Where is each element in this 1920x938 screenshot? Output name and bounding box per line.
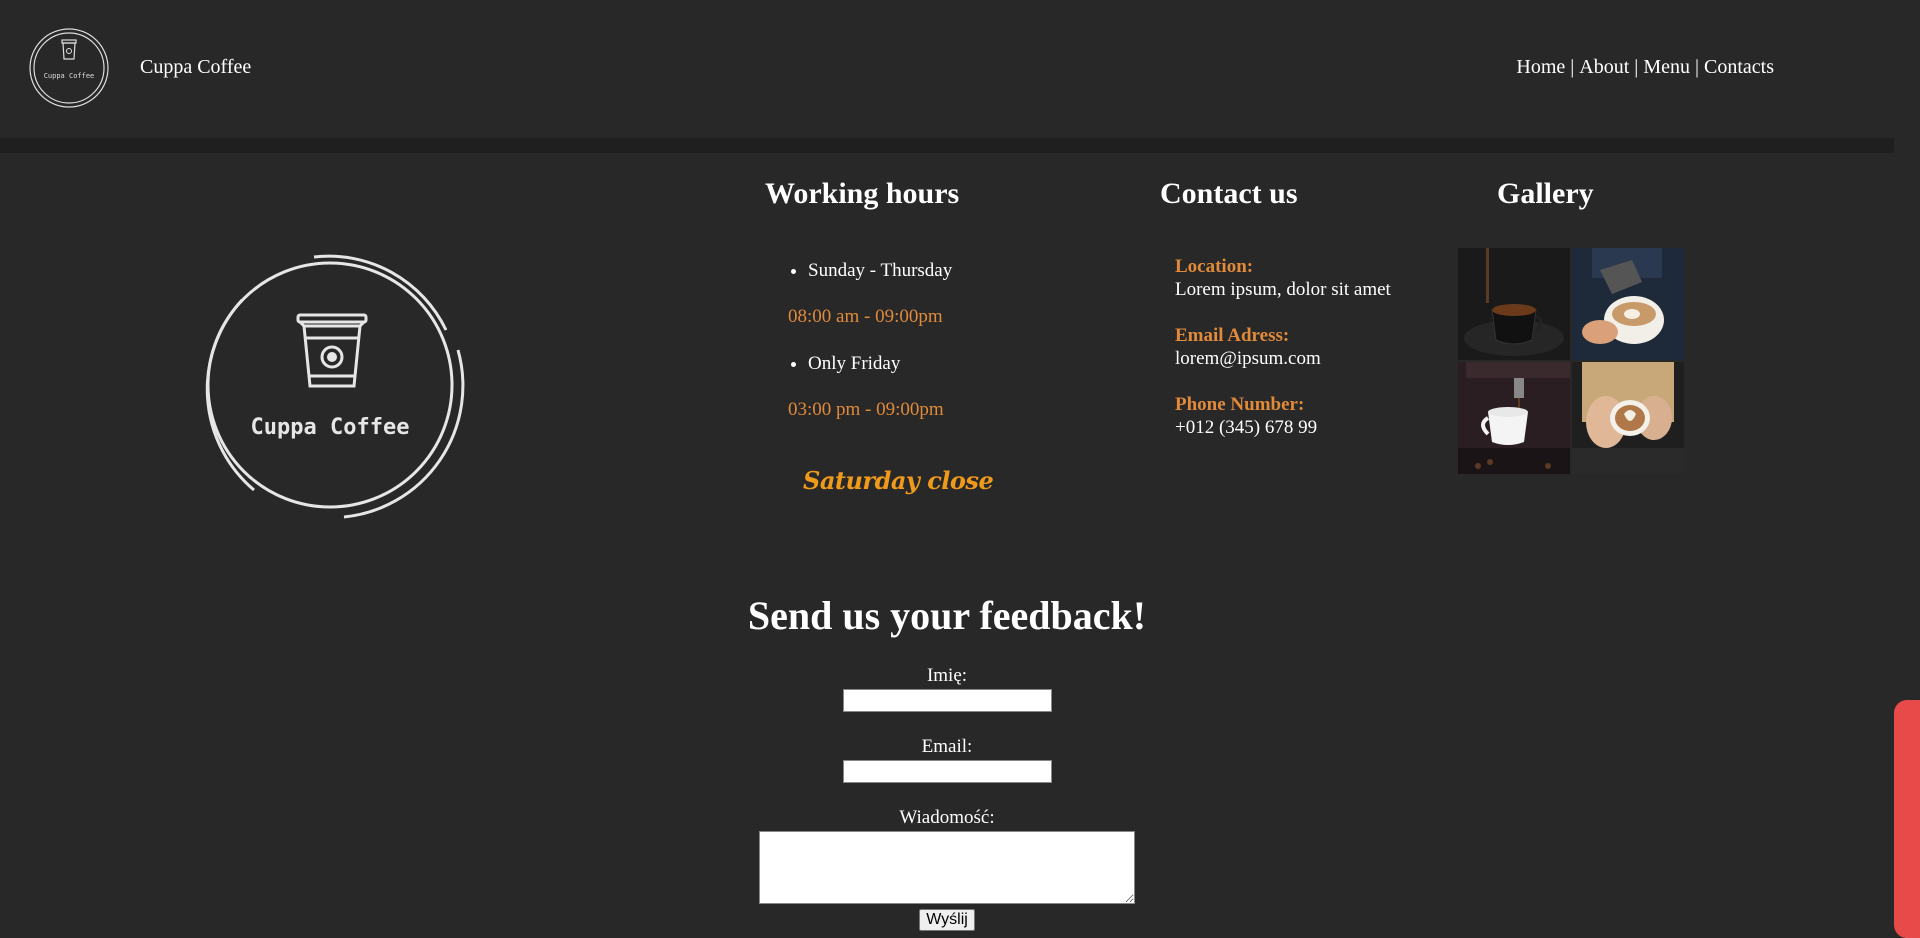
hours-time: 08:00 am - 09:00pm [788,306,943,327]
main-nav: Home | About | Menu | Contacts [1516,56,1774,79]
gallery-image-latte-pour[interactable] [1572,248,1684,360]
working-hours-list: Sunday - Thursday 08:00 am - 09:00pm Onl… [788,260,952,446]
logo-text: Cuppa Coffee [251,415,410,440]
phone-value: +012 (345) 678 99 [1175,417,1318,438]
closed-notice: Saturday close [803,466,994,495]
nav-separator: | [1694,56,1699,78]
nav-separator: | [1634,56,1639,78]
header-divider [0,138,1894,153]
cuppa-coffee-logo: Cuppa Coffee [205,254,465,519]
location-label: Location: [1175,256,1254,277]
hours-time: 03:00 pm - 09:00pm [788,399,944,420]
nav-menu[interactable]: Menu [1643,56,1690,78]
contact-info: Location: Lorem ipsum, dolor sit amet Em… [1175,255,1391,462]
nav-home[interactable]: Home [1516,56,1565,78]
scrollbar-track[interactable] [1894,0,1920,938]
feedback-title: Send us your feedback! [747,593,1147,638]
nav-about[interactable]: About [1579,56,1629,78]
name-input[interactable] [842,689,1052,712]
name-label: Imię: [926,665,968,686]
gallery-title: Gallery [1497,177,1594,210]
email-label: Email Adress: [1175,325,1290,346]
svg-text:Cuppa Coffee: Cuppa Coffee [44,72,95,80]
message-textarea[interactable] [759,831,1135,904]
email-value: lorem@ipsum.com [1175,348,1321,369]
email-field-label: Email: [921,736,973,757]
nav-separator: | [1570,56,1575,78]
email-input[interactable] [842,760,1052,783]
gallery-grid [1458,248,1684,474]
nav-contacts[interactable]: Contacts [1704,56,1774,78]
site-header: Cuppa Coffee Cuppa Coffee Home | About | Men… [0,0,1894,138]
location-value: Lorem ipsum, dolor sit amet [1175,279,1391,300]
contact-title: Contact us [1160,177,1298,210]
feedback-form: Imię: Email: Wiadomość: Wyślij [0,665,1894,931]
gallery-image-coffee-pour[interactable] [1458,248,1570,360]
gallery-image-latte-hands[interactable] [1572,362,1684,474]
submit-button[interactable]: Wyślij [919,909,975,931]
gallery-image-espresso-machine[interactable] [1458,362,1570,474]
coffee-logo-icon[interactable]: Cuppa Coffee [28,27,110,109]
scrollbar-thumb[interactable] [1894,700,1920,938]
message-label: Wiadomość: [899,807,995,828]
brand-name: Cuppa Coffee [140,56,252,78]
working-hours-title: Working hours [765,177,960,210]
hours-days: Sunday - Thursday [808,260,952,282]
phone-label: Phone Number: [1175,394,1305,415]
hours-days: Only Friday [808,353,952,375]
